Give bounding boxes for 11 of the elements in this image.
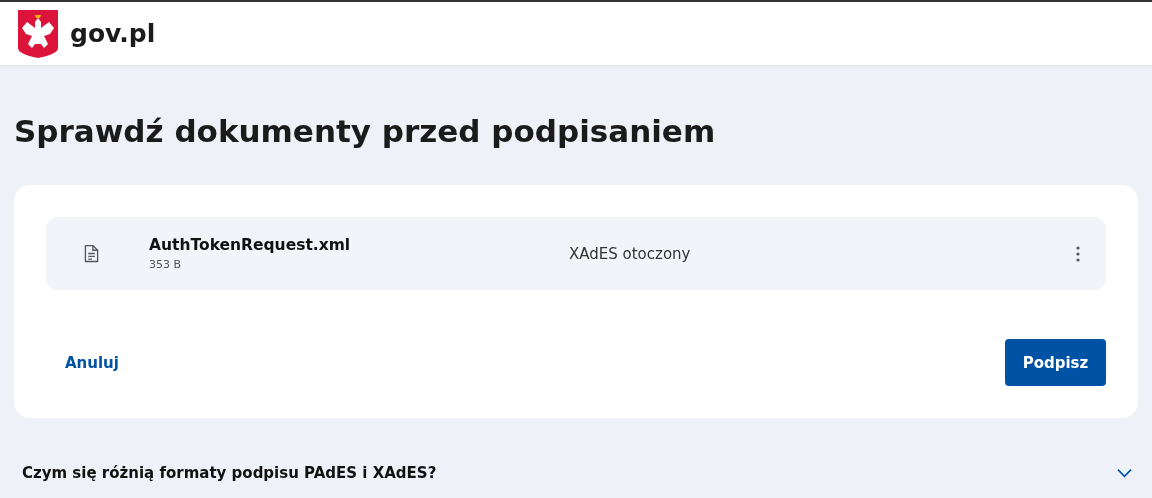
cancel-link[interactable]: Anuluj: [46, 345, 138, 380]
document-name: AuthTokenRequest.xml: [149, 236, 352, 254]
document-icon: [84, 244, 99, 263]
chevron-icon: [1117, 468, 1132, 478]
faq-question[interactable]: Czym się różnią formaty podpisu PAdES i XAdES?: [14, 464, 1138, 482]
signature-format: XAdES otoczony: [569, 244, 692, 263]
document-size: 353 B: [149, 258, 183, 271]
site-logo-text[interactable]: gov.pl: [70, 19, 156, 48]
page-title: Sprawdź dokumenty przed podpisaniem: [14, 112, 717, 151]
sign-button[interactable]: Podpisz: [1005, 339, 1106, 386]
eagle-emblem-icon: [18, 9, 58, 58]
